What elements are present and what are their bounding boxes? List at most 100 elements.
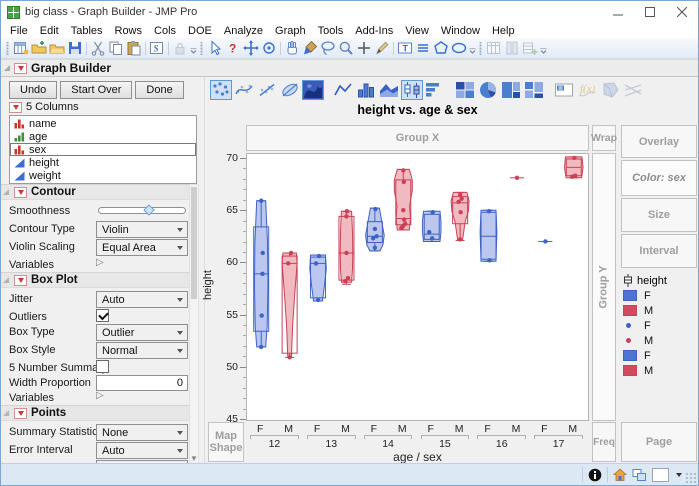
red-triangle-menu-icon[interactable] xyxy=(14,187,27,198)
menu-item-cols[interactable]: Cols xyxy=(148,25,182,37)
column-item-age[interactable]: age xyxy=(10,130,196,143)
menu-item-doe[interactable]: DOE xyxy=(182,25,218,37)
box-type-dropdown[interactable]: Outlier xyxy=(96,324,188,341)
palette-icon-ellipse[interactable] xyxy=(279,80,301,100)
column-item-weight[interactable]: weight xyxy=(10,169,196,182)
menu-item-view[interactable]: View xyxy=(399,25,435,37)
column-item-name[interactable]: name xyxy=(10,117,196,130)
legend-entry-rect-F[interactable]: F xyxy=(623,288,667,303)
contour-type-dropdown[interactable]: Violin xyxy=(96,221,188,238)
error-interval-dropdown[interactable]: Auto xyxy=(96,442,188,459)
scroll-down-icon[interactable]: ▼ xyxy=(190,455,198,463)
info-circle-icon[interactable] xyxy=(588,468,602,482)
zone-wrap[interactable]: Wrap xyxy=(592,125,616,151)
red-triangle-menu-icon[interactable] xyxy=(14,408,27,419)
resize-grip[interactable] xyxy=(685,472,697,484)
toolbar-grip[interactable] xyxy=(199,42,204,55)
palette-icon-points[interactable] xyxy=(210,80,232,100)
toolbar-icon-open[interactable] xyxy=(48,40,66,57)
smoothness-slider[interactable] xyxy=(98,207,186,214)
palette-icon-parallel[interactable] xyxy=(622,80,644,100)
toolbar-icon-lock[interactable] xyxy=(171,40,189,57)
window-switch-icon[interactable] xyxy=(632,468,647,482)
close-button[interactable] xyxy=(666,1,698,23)
toolbar-icon-script-window[interactable]: S xyxy=(148,40,166,57)
zone-group-y[interactable]: Group Y xyxy=(592,153,616,421)
toolbar-overflow-icon[interactable] xyxy=(539,40,547,56)
menu-item-window[interactable]: Window xyxy=(435,25,486,37)
toolbar-icon-cut[interactable] xyxy=(89,40,107,57)
toolbar-overflow-icon[interactable] xyxy=(468,40,476,56)
palette-icon-treemap[interactable] xyxy=(500,80,522,100)
toolbar-icon-crosshair[interactable] xyxy=(355,40,373,57)
toolbar-icon-help[interactable]: ? xyxy=(224,40,242,57)
red-triangle-menu-icon[interactable] xyxy=(14,63,27,74)
toolbar-icon-magnifier[interactable] xyxy=(337,40,355,57)
start-over-button[interactable]: Start Over xyxy=(60,81,132,99)
palette-icon-smoother[interactable] xyxy=(233,80,255,100)
collapse-icon[interactable] xyxy=(4,65,10,71)
palette-icon-line-of-fit[interactable] xyxy=(256,80,278,100)
toolbar-icon-target[interactable] xyxy=(260,40,278,57)
toolbar-icon-grabber[interactable] xyxy=(283,40,301,57)
palette-icon-area[interactable] xyxy=(378,80,400,100)
zone-overlay[interactable]: Overlay xyxy=(621,125,697,158)
zone-interval[interactable]: Interval xyxy=(621,234,697,268)
toolbar-icon-paste[interactable] xyxy=(125,40,143,57)
palette-icon-formula[interactable]: f(x) xyxy=(576,80,598,100)
menu-item-help[interactable]: Help xyxy=(486,25,521,37)
zone-size[interactable]: Size xyxy=(621,198,697,232)
plot-area[interactable] xyxy=(246,153,589,421)
menu-item-analyze[interactable]: Analyze xyxy=(218,25,269,37)
palette-icon-pie[interactable] xyxy=(477,80,499,100)
menu-item-addins[interactable]: Add-Ins xyxy=(349,25,399,37)
red-triangle-menu-icon[interactable] xyxy=(14,275,27,286)
violin-box-chart[interactable] xyxy=(247,154,588,420)
menu-item-graph[interactable]: Graph xyxy=(269,25,312,37)
toolbar-icon-text-box[interactable]: T xyxy=(396,40,414,57)
column-item-height[interactable]: height xyxy=(10,156,196,169)
dropdown-arrow-icon[interactable] xyxy=(676,473,682,477)
box-style-dropdown[interactable]: Normal xyxy=(96,342,188,359)
home-icon[interactable] xyxy=(613,468,627,482)
variables-disclosure-icon[interactable]: ▷ xyxy=(96,257,104,268)
palette-icon-box-plot[interactable] xyxy=(401,80,423,100)
variables-disclosure-icon[interactable]: ▷ xyxy=(96,390,104,401)
panel-scrollbar[interactable]: ▼ xyxy=(189,184,199,463)
legend-entry-rect-M[interactable]: M xyxy=(623,363,667,378)
minimize-button[interactable] xyxy=(602,1,634,23)
toolbar-grip[interactable] xyxy=(5,42,10,55)
slider-thumb[interactable] xyxy=(143,204,154,215)
palette-icon-map-shapes[interactable] xyxy=(599,80,621,100)
menu-item-file[interactable]: File xyxy=(4,25,34,37)
zone-color[interactable]: Color: sex xyxy=(621,160,697,196)
toolbar-icon-oval[interactable] xyxy=(450,40,468,57)
toolbar-icon-columns[interactable] xyxy=(503,40,521,57)
collapse-icon[interactable] xyxy=(3,410,9,416)
collapse-icon[interactable] xyxy=(3,189,9,195)
column-item-sex[interactable]: sex xyxy=(10,143,196,156)
red-triangle-menu-icon[interactable] xyxy=(9,102,22,113)
menu-item-tools[interactable]: Tools xyxy=(312,25,350,37)
palette-icon-contour[interactable] xyxy=(302,80,324,100)
outliers-checkbox[interactable] xyxy=(96,309,109,322)
zone-freq[interactable]: Freq xyxy=(592,422,616,462)
palette-icon-mosaic[interactable] xyxy=(523,80,545,100)
scrollbar-thumb[interactable] xyxy=(191,187,197,299)
5-number-summary-checkbox[interactable] xyxy=(96,360,109,373)
summary-statistic-dropdown[interactable]: None xyxy=(96,424,188,441)
toolbar-icon-select[interactable] xyxy=(206,40,224,57)
toolbar-icon-lasso[interactable] xyxy=(319,40,337,57)
menu-item-edit[interactable]: Edit xyxy=(34,25,65,37)
legend-entry-dot-M[interactable]: M xyxy=(623,333,667,348)
legend-entry-rect-F[interactable]: F xyxy=(623,348,667,363)
palette-icon-histogram[interactable] xyxy=(424,80,446,100)
menu-item-tables[interactable]: Tables xyxy=(65,25,109,37)
toolbar-icon-data-table[interactable] xyxy=(485,40,503,57)
legend-entry-dot-F[interactable]: F xyxy=(623,318,667,333)
violin-scaling-dropdown[interactable]: Equal Area xyxy=(96,239,188,256)
collapse-icon[interactable] xyxy=(3,277,9,283)
zone-page[interactable]: Page xyxy=(621,422,697,462)
toolbar-icon-brush[interactable] xyxy=(301,40,319,57)
toolbar-icon-open-add[interactable] xyxy=(30,40,48,57)
